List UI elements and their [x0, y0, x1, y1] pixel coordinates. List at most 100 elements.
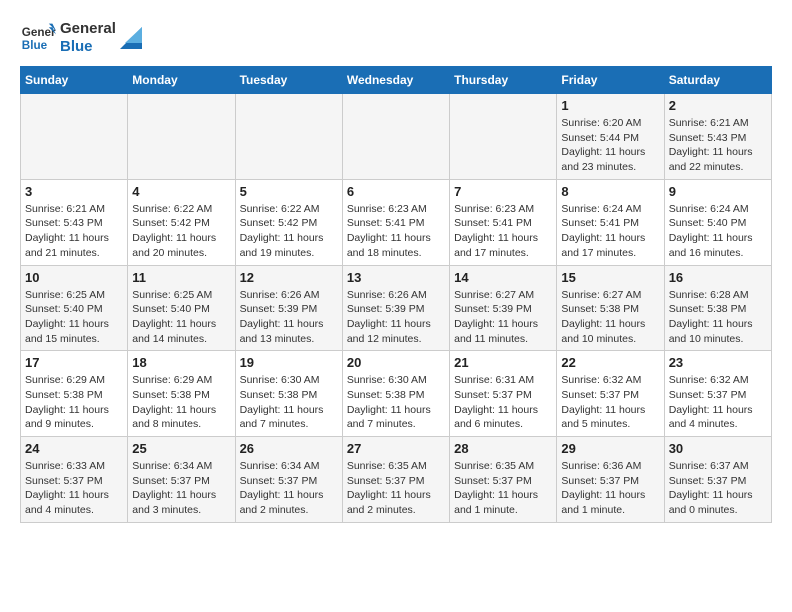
day-info: Sunrise: 6:21 AMSunset: 5:43 PMDaylight:…	[669, 116, 767, 175]
day-number: 20	[347, 355, 445, 370]
day-info: Sunrise: 6:35 AMSunset: 5:37 PMDaylight:…	[454, 459, 552, 518]
day-info: Sunrise: 6:22 AMSunset: 5:42 PMDaylight:…	[240, 202, 338, 261]
calendar-cell: 2 Sunrise: 6:21 AMSunset: 5:43 PMDaylight…	[664, 94, 771, 180]
day-number: 30	[669, 441, 767, 456]
logo-triangle-icon	[120, 27, 142, 49]
weekday-header-friday: Friday	[557, 67, 664, 94]
day-number: 16	[669, 270, 767, 285]
calendar-cell: 8 Sunrise: 6:24 AMSunset: 5:41 PMDaylight…	[557, 179, 664, 265]
calendar-cell: 22 Sunrise: 6:32 AMSunset: 5:37 PMDayligh…	[557, 351, 664, 437]
day-number: 4	[132, 184, 230, 199]
day-number: 13	[347, 270, 445, 285]
day-number: 12	[240, 270, 338, 285]
calendar-cell: 1 Sunrise: 6:20 AMSunset: 5:44 PMDaylight…	[557, 94, 664, 180]
day-number: 29	[561, 441, 659, 456]
calendar-cell: 29 Sunrise: 6:36 AMSunset: 5:37 PMDayligh…	[557, 437, 664, 523]
day-number: 2	[669, 98, 767, 113]
day-number: 25	[132, 441, 230, 456]
calendar-cell	[21, 94, 128, 180]
day-info: Sunrise: 6:23 AMSunset: 5:41 PMDaylight:…	[347, 202, 445, 261]
day-number: 18	[132, 355, 230, 370]
calendar-cell: 24 Sunrise: 6:33 AMSunset: 5:37 PMDayligh…	[21, 437, 128, 523]
calendar-cell: 12 Sunrise: 6:26 AMSunset: 5:39 PMDayligh…	[235, 265, 342, 351]
day-info: Sunrise: 6:30 AMSunset: 5:38 PMDaylight:…	[347, 373, 445, 432]
calendar-cell: 15 Sunrise: 6:27 AMSunset: 5:38 PMDayligh…	[557, 265, 664, 351]
calendar-cell: 13 Sunrise: 6:26 AMSunset: 5:39 PMDayligh…	[342, 265, 449, 351]
day-info: Sunrise: 6:31 AMSunset: 5:37 PMDaylight:…	[454, 373, 552, 432]
calendar-cell: 4 Sunrise: 6:22 AMSunset: 5:42 PMDaylight…	[128, 179, 235, 265]
day-number: 3	[25, 184, 123, 199]
day-number: 23	[669, 355, 767, 370]
weekday-header-row: SundayMondayTuesdayWednesdayThursdayFrid…	[21, 67, 772, 94]
weekday-header-sunday: Sunday	[21, 67, 128, 94]
calendar-cell	[342, 94, 449, 180]
calendar-cell: 14 Sunrise: 6:27 AMSunset: 5:39 PMDayligh…	[450, 265, 557, 351]
day-number: 21	[454, 355, 552, 370]
day-info: Sunrise: 6:20 AMSunset: 5:44 PMDaylight:…	[561, 116, 659, 175]
day-number: 8	[561, 184, 659, 199]
day-info: Sunrise: 6:29 AMSunset: 5:38 PMDaylight:…	[25, 373, 123, 432]
logo: General Blue General Blue	[20, 20, 142, 56]
day-info: Sunrise: 6:26 AMSunset: 5:39 PMDaylight:…	[240, 288, 338, 347]
calendar-week-row: 17 Sunrise: 6:29 AMSunset: 5:38 PMDayligh…	[21, 351, 772, 437]
calendar-cell	[450, 94, 557, 180]
day-info: Sunrise: 6:37 AMSunset: 5:37 PMDaylight:…	[669, 459, 767, 518]
calendar-header: SundayMondayTuesdayWednesdayThursdayFrid…	[21, 67, 772, 94]
day-number: 28	[454, 441, 552, 456]
day-number: 19	[240, 355, 338, 370]
calendar-cell: 3 Sunrise: 6:21 AMSunset: 5:43 PMDaylight…	[21, 179, 128, 265]
day-number: 24	[25, 441, 123, 456]
logo-general: General	[60, 20, 116, 38]
day-number: 26	[240, 441, 338, 456]
day-info: Sunrise: 6:23 AMSunset: 5:41 PMDaylight:…	[454, 202, 552, 261]
calendar-cell: 18Sunrise: 6:29 AMSunset: 5:38 PMDayligh…	[128, 351, 235, 437]
calendar-cell: 10Sunrise: 6:25 AMSunset: 5:40 PMDayligh…	[21, 265, 128, 351]
calendar-cell: 30 Sunrise: 6:37 AMSunset: 5:37 PMDayligh…	[664, 437, 771, 523]
calendar-body: 1 Sunrise: 6:20 AMSunset: 5:44 PMDaylight…	[21, 94, 772, 523]
day-info: Sunrise: 6:30 AMSunset: 5:38 PMDaylight:…	[240, 373, 338, 432]
day-info: Sunrise: 6:33 AMSunset: 5:37 PMDaylight:…	[25, 459, 123, 518]
calendar-cell: 21 Sunrise: 6:31 AMSunset: 5:37 PMDayligh…	[450, 351, 557, 437]
day-number: 9	[669, 184, 767, 199]
day-info: Sunrise: 6:25 AMSunset: 5:40 PMDaylight:…	[25, 288, 123, 347]
day-info: Sunrise: 6:26 AMSunset: 5:39 PMDaylight:…	[347, 288, 445, 347]
day-info: Sunrise: 6:34 AMSunset: 5:37 PMDaylight:…	[240, 459, 338, 518]
calendar-cell: 20 Sunrise: 6:30 AMSunset: 5:38 PMDayligh…	[342, 351, 449, 437]
calendar-table: SundayMondayTuesdayWednesdayThursdayFrid…	[20, 66, 772, 523]
calendar-cell: 19 Sunrise: 6:30 AMSunset: 5:38 PMDayligh…	[235, 351, 342, 437]
calendar-cell: 17 Sunrise: 6:29 AMSunset: 5:38 PMDayligh…	[21, 351, 128, 437]
day-number: 5	[240, 184, 338, 199]
calendar-cell: 11Sunrise: 6:25 AMSunset: 5:40 PMDayligh…	[128, 265, 235, 351]
calendar-week-row: 24 Sunrise: 6:33 AMSunset: 5:37 PMDayligh…	[21, 437, 772, 523]
day-info: Sunrise: 6:22 AMSunset: 5:42 PMDaylight:…	[132, 202, 230, 261]
day-number: 7	[454, 184, 552, 199]
day-info: Sunrise: 6:35 AMSunset: 5:37 PMDaylight:…	[347, 459, 445, 518]
calendar-cell: 7 Sunrise: 6:23 AMSunset: 5:41 PMDaylight…	[450, 179, 557, 265]
calendar-cell: 6Sunrise: 6:23 AMSunset: 5:41 PMDaylight…	[342, 179, 449, 265]
day-number: 15	[561, 270, 659, 285]
calendar-cell: 26 Sunrise: 6:34 AMSunset: 5:37 PMDayligh…	[235, 437, 342, 523]
day-info: Sunrise: 6:24 AMSunset: 5:41 PMDaylight:…	[561, 202, 659, 261]
day-info: Sunrise: 6:32 AMSunset: 5:37 PMDaylight:…	[561, 373, 659, 432]
weekday-header-monday: Monday	[128, 67, 235, 94]
day-info: Sunrise: 6:32 AMSunset: 5:37 PMDaylight:…	[669, 373, 767, 432]
calendar-cell: 23 Sunrise: 6:32 AMSunset: 5:37 PMDayligh…	[664, 351, 771, 437]
day-info: Sunrise: 6:27 AMSunset: 5:39 PMDaylight:…	[454, 288, 552, 347]
day-info: Sunrise: 6:21 AMSunset: 5:43 PMDaylight:…	[25, 202, 123, 261]
calendar-cell: 28 Sunrise: 6:35 AMSunset: 5:37 PMDayligh…	[450, 437, 557, 523]
calendar-cell: 9Sunrise: 6:24 AMSunset: 5:40 PMDaylight…	[664, 179, 771, 265]
day-info: Sunrise: 6:36 AMSunset: 5:37 PMDaylight:…	[561, 459, 659, 518]
weekday-header-wednesday: Wednesday	[342, 67, 449, 94]
day-info: Sunrise: 6:25 AMSunset: 5:40 PMDaylight:…	[132, 288, 230, 347]
day-number: 1	[561, 98, 659, 113]
day-number: 27	[347, 441, 445, 456]
logo-icon: General Blue	[20, 20, 56, 56]
calendar-cell	[128, 94, 235, 180]
weekday-header-thursday: Thursday	[450, 67, 557, 94]
day-info: Sunrise: 6:27 AMSunset: 5:38 PMDaylight:…	[561, 288, 659, 347]
day-number: 22	[561, 355, 659, 370]
calendar-cell: 5 Sunrise: 6:22 AMSunset: 5:42 PMDaylight…	[235, 179, 342, 265]
day-number: 14	[454, 270, 552, 285]
weekday-header-saturday: Saturday	[664, 67, 771, 94]
day-number: 17	[25, 355, 123, 370]
